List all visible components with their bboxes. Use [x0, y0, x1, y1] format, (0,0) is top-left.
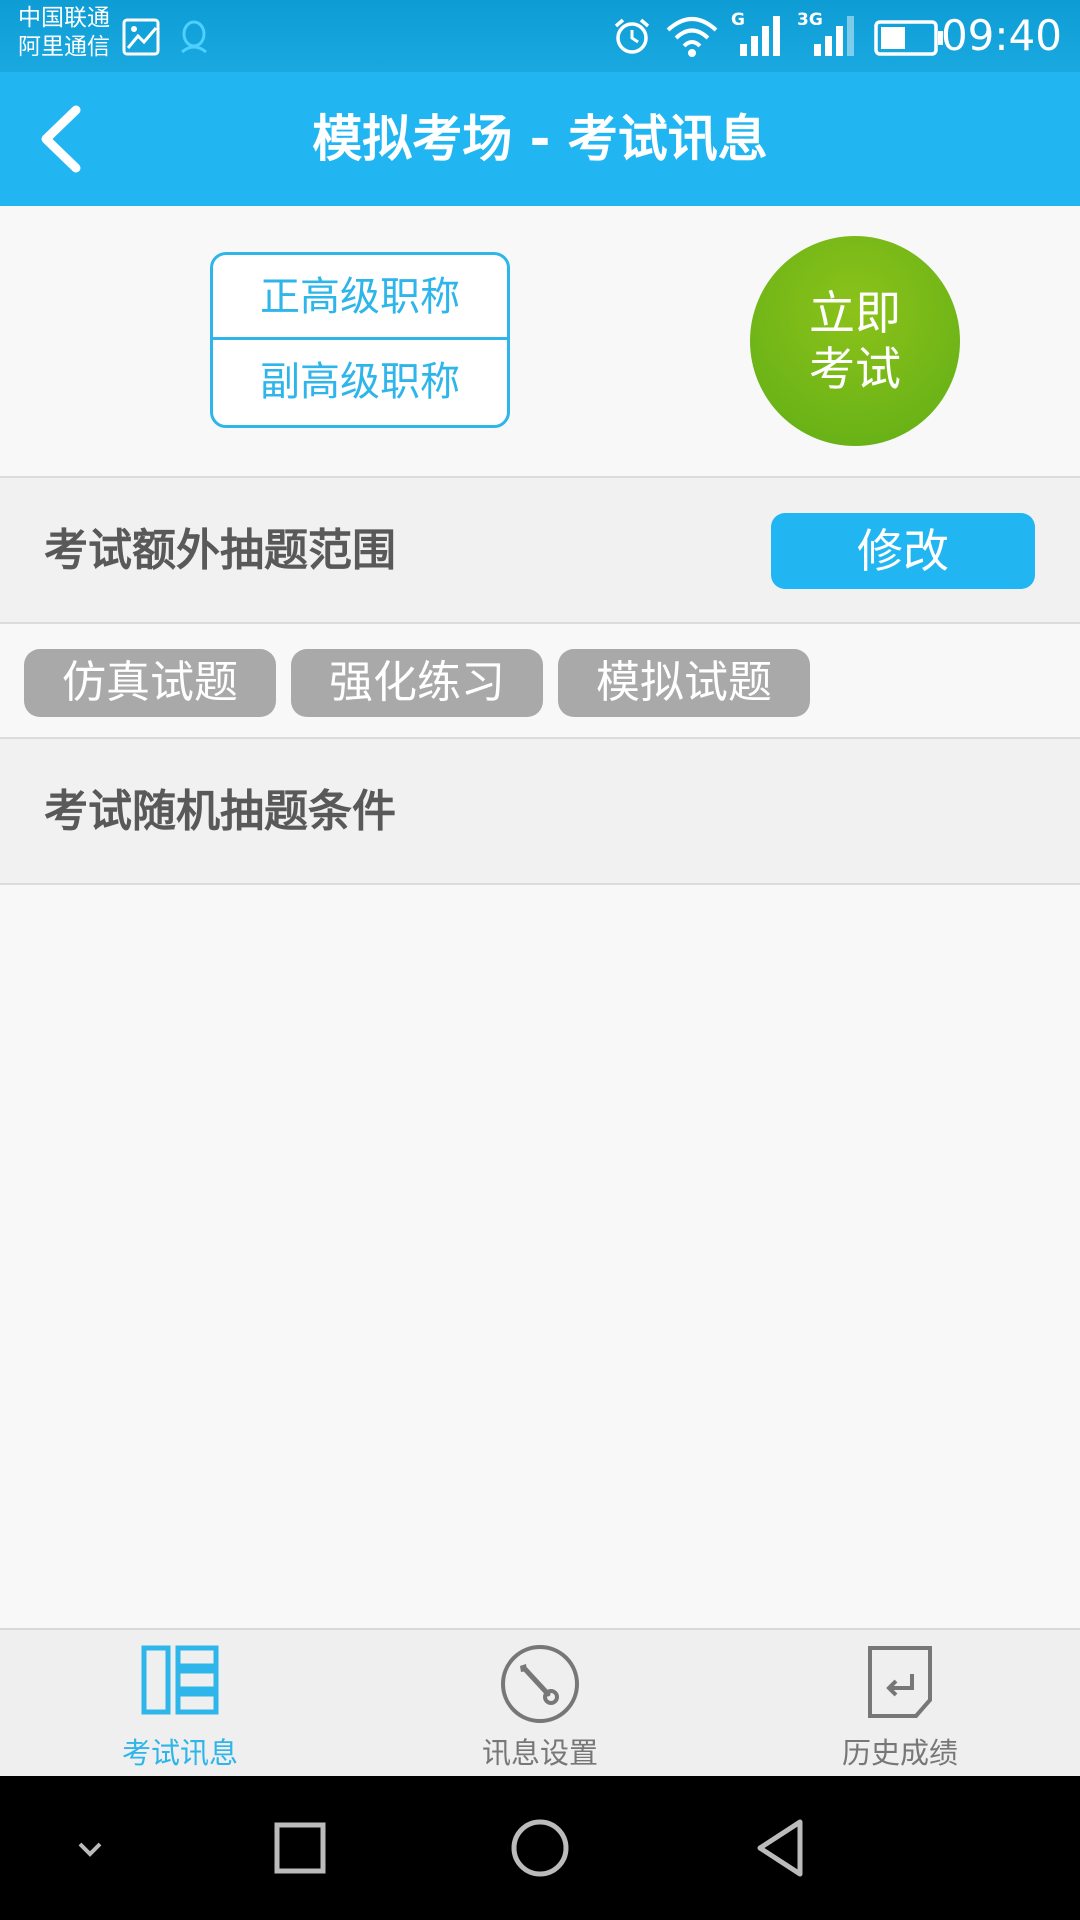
tab-info-settings[interactable]: 讯息设置 — [360, 1630, 720, 1778]
battery-icon — [874, 20, 943, 56]
extra-range-label: 考试额外抽题范围 — [44, 525, 396, 576]
extra-range-tags: 仿真试题 强化练习 模拟试题 — [0, 625, 1080, 739]
layout-icon — [141, 1645, 219, 1715]
random-conditions-label: 考试随机抽题条件 — [44, 786, 396, 837]
clock: 09:40 — [940, 11, 1062, 60]
tag-intensive-practice[interactable]: 强化练习 — [291, 649, 543, 717]
page-title: 模拟考场 - 考试讯息 — [312, 110, 768, 168]
carrier-2: 阿里通信 — [18, 34, 110, 60]
tab-history-scores[interactable]: 历史成绩 — [720, 1630, 1080, 1778]
wrench-icon — [501, 1645, 579, 1723]
history-icon — [868, 1646, 932, 1718]
level-option-senior[interactable]: 正高级职称 — [213, 255, 507, 340]
gallery-icon — [122, 18, 160, 56]
home-icon[interactable] — [508, 1808, 572, 1888]
system-nav-bar — [0, 1776, 1080, 1920]
level-option-deputy-senior[interactable]: 副高级职称 — [213, 340, 507, 425]
tag-simulation-questions[interactable]: 仿真试题 — [24, 649, 276, 717]
level-selector: 正高级职称 副高级职称 — [210, 252, 510, 428]
tab-history-scores-label: 历史成绩 — [841, 1736, 958, 1770]
status-bar: 中国联通 阿里通信 G 3G 09:40 — [0, 0, 1080, 72]
tab-exam-info-label: 考试讯息 — [121, 1736, 238, 1770]
random-conditions-header: 考试随机抽题条件 — [0, 739, 1080, 885]
modify-button[interactable]: 修改 — [771, 513, 1035, 589]
signal-icon — [740, 16, 780, 56]
exam-options-section: 正高级职称 副高级职称 立即 考试 — [0, 206, 1080, 478]
wifi-icon — [666, 17, 718, 57]
bottom-tab-bar: 考试讯息 讯息设置 历史成绩 — [0, 1628, 1080, 1776]
tab-info-settings-label: 讯息设置 — [481, 1736, 598, 1770]
carrier-info: 中国联通 阿里通信 — [18, 4, 110, 62]
alarm-icon — [614, 18, 650, 54]
app-bar: 模拟考场 - 考试讯息 — [0, 72, 1080, 206]
recent-apps-icon[interactable] — [270, 1808, 330, 1888]
signal-icon-2 — [814, 16, 854, 56]
start-exam-label-2: 考试 — [809, 342, 901, 396]
system-back-icon[interactable] — [752, 1808, 808, 1888]
start-exam-label-1: 立即 — [809, 286, 901, 340]
tab-exam-info[interactable]: 考试讯息 — [0, 1630, 360, 1778]
tag-mock-questions[interactable]: 模拟试题 — [558, 649, 810, 717]
start-exam-button[interactable]: 立即 考试 — [750, 236, 960, 446]
qq-icon — [181, 20, 207, 54]
carrier-1: 中国联通 — [18, 5, 110, 31]
extra-range-header: 考试额外抽题范围 修改 — [0, 478, 1080, 624]
screen: 中国联通 阿里通信 G 3G 09:40 模拟考场 - 考试讯息 正高级职称 副… — [0, 0, 1080, 1920]
chevron-down-icon[interactable] — [70, 1808, 110, 1888]
